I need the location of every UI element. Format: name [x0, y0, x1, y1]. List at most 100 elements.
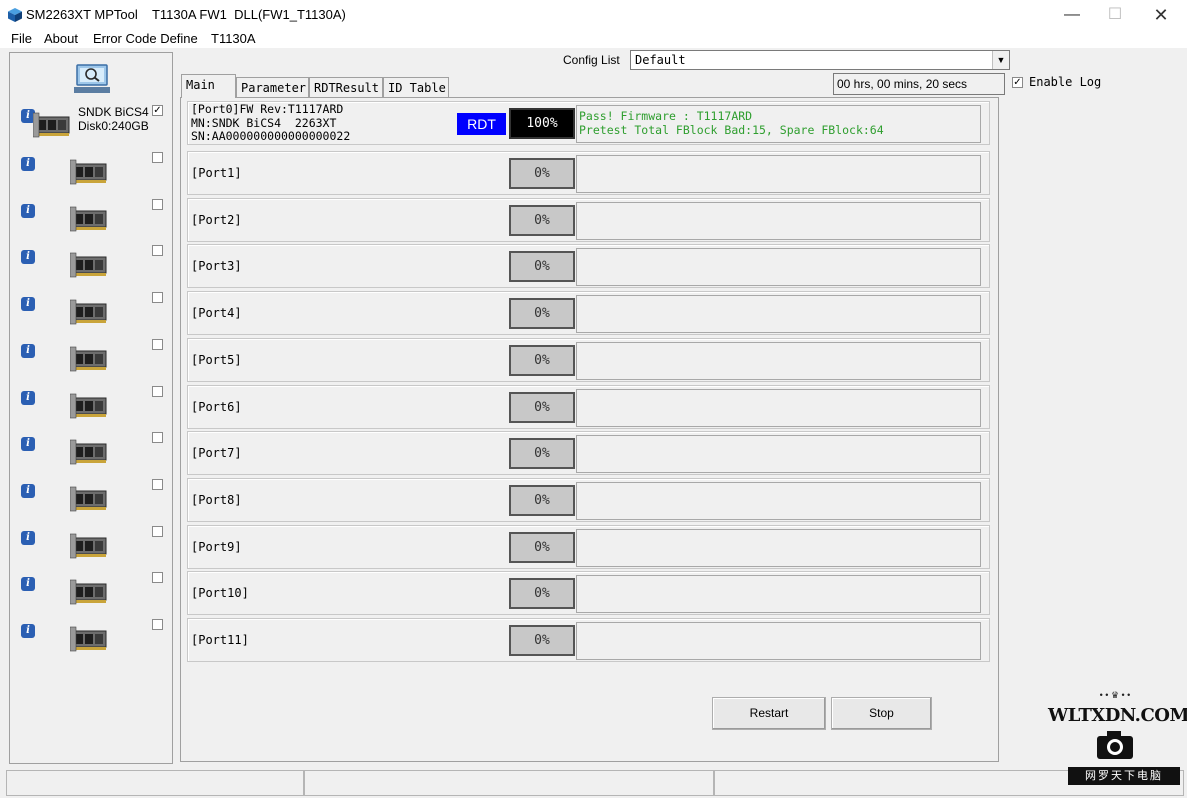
port-select-checkbox[interactable]: [152, 478, 163, 490]
port-status: [576, 481, 981, 520]
port-select-checkbox[interactable]: [152, 292, 163, 304]
status-bar: [0, 768, 1187, 798]
close-button[interactable]: ✕: [1141, 4, 1181, 26]
elapsed-time-field: 00 hrs, 00 mins, 20 secs: [833, 73, 1005, 95]
port-row-10: [Port10] 0%: [187, 571, 990, 616]
info-icon[interactable]: i: [21, 624, 35, 638]
port-select-checkbox[interactable]: [152, 619, 163, 630]
port-status: [576, 295, 981, 334]
port-row-6: [Port6] 0%: [187, 384, 990, 429]
port-status: [576, 155, 981, 193]
info-icon[interactable]: i: [21, 577, 35, 592]
info-icon[interactable]: i: [21, 437, 35, 452]
port-label: [Port10]: [191, 586, 249, 601]
port-label: [Port11]: [191, 633, 249, 647]
port-select-checkbox[interactable]: [152, 385, 163, 397]
chevron-down-icon[interactable]: ▼: [992, 51, 1009, 69]
ssd-board-icon: [69, 625, 108, 653]
port-row-5: [Port5] 0%: [187, 337, 990, 382]
enable-log-checkbox[interactable]: ✓: [1012, 77, 1023, 88]
port-select-checkbox[interactable]: [152, 338, 163, 350]
port-select-checkbox[interactable]: [152, 152, 163, 163]
menu-t1130a[interactable]: T1130A: [211, 31, 256, 46]
port-select-checkbox[interactable]: [152, 525, 163, 537]
port-progress: 0%: [509, 298, 575, 330]
restart-button[interactable]: Restart: [712, 697, 826, 730]
port-status: [576, 528, 981, 567]
port-status: [576, 575, 981, 614]
port-label: [Port9]: [191, 539, 242, 554]
port-status: [576, 622, 981, 660]
info-icon[interactable]: i: [21, 483, 35, 498]
info-icon[interactable]: i: [21, 157, 35, 171]
config-list-value: Default: [635, 53, 686, 67]
status-bar-cell-1: [6, 770, 304, 796]
stop-button[interactable]: Stop: [831, 697, 932, 730]
info-icon[interactable]: i: [21, 250, 35, 265]
port0-status-line-2: Pretest Total FBlock Bad:15, Spare FBloc…: [579, 123, 884, 137]
ssd-board-icon: [69, 251, 108, 279]
info-icon[interactable]: i: [21, 390, 35, 405]
port-select-checkbox[interactable]: [152, 245, 163, 257]
menu-about[interactable]: About: [44, 31, 78, 46]
port-status: [576, 248, 981, 287]
port-row-11: [Port11] 0%: [187, 618, 990, 662]
ssd-board-icon: [69, 345, 108, 373]
port-progress: 0%: [509, 484, 575, 516]
info-icon[interactable]: i: [21, 297, 35, 312]
port-select-checkbox[interactable]: [152, 198, 163, 210]
status-bar-cell-2: [304, 770, 714, 796]
port0-progress: 100%: [509, 108, 575, 139]
menu-file[interactable]: File: [11, 31, 32, 46]
info-icon[interactable]: i: [21, 203, 35, 218]
watermark-site: WLTXDN.COM: [1048, 705, 1187, 726]
port-status: [576, 341, 981, 380]
port-select-checkbox[interactable]: ✓: [152, 105, 163, 116]
scan-monitor-icon[interactable]: [74, 64, 110, 94]
config-list-label: Config List: [563, 53, 620, 67]
info-icon[interactable]: i: [21, 530, 35, 545]
port0-status: Pass! Firmware : T1117ARD Pretest Total …: [576, 105, 981, 143]
config-list-select[interactable]: Default ▼: [630, 50, 1010, 70]
port-select-checkbox[interactable]: [152, 572, 163, 584]
title-bar: SM2263XT MPTool T1130A FW1 DLL(FW1_T1130…: [0, 0, 1187, 30]
port0-status-line-1: Pass! Firmware : T1117ARD: [579, 109, 753, 123]
enable-log-label: Enable Log: [1029, 75, 1102, 89]
port0-drive-label: SNDK BiCS4 Disk0:240GB: [78, 105, 149, 133]
ssd-board-icon: [69, 158, 108, 186]
port-label: [Port6]: [191, 399, 242, 414]
minimize-button[interactable]: —: [1052, 4, 1092, 26]
watermark: • • ♛ • • WLTXDN.COM 网罗天下电脑: [1048, 690, 1187, 790]
rdt-badge: RDT: [457, 113, 506, 135]
watermark-tagline: 网罗天下电脑: [1068, 767, 1180, 785]
port-row-8: [Port8] 0%: [187, 477, 990, 522]
tab-parameter[interactable]: Parameter: [236, 77, 309, 97]
ssd-board-icon: [69, 298, 108, 326]
app-cube-icon: [8, 8, 22, 22]
tab-id-table[interactable]: ID Table: [383, 77, 449, 97]
port-row-7: [Port7] 0%: [187, 431, 990, 476]
menu-error-code-define[interactable]: Error Code Define: [93, 31, 198, 46]
info-icon[interactable]: i: [21, 343, 35, 358]
port-label: [Port2]: [191, 212, 242, 227]
ssd-board-icon: [32, 111, 71, 139]
tab-main[interactable]: Main: [181, 74, 236, 98]
port-row-9: [Port9] 0%: [187, 524, 990, 569]
port-select-checkbox[interactable]: [152, 432, 163, 444]
port-progress: 0%: [509, 158, 575, 189]
port-progress: 0%: [509, 438, 575, 470]
camera-icon: [1097, 731, 1133, 759]
port-label: [Port4]: [191, 306, 242, 321]
tab-rdtresult[interactable]: RDTResult: [309, 77, 383, 97]
port-progress: 0%: [509, 531, 575, 563]
maximize-button[interactable]: ☐: [1095, 4, 1135, 26]
port-progress: 0%: [509, 578, 575, 610]
ssd-board-icon: [69, 438, 108, 466]
port-progress: 0%: [509, 625, 575, 656]
port-status: [576, 435, 981, 474]
port-progress: 0%: [509, 391, 575, 423]
ssd-board-icon: [69, 578, 108, 606]
port-label: [Port3]: [191, 259, 242, 274]
ssd-board-icon: [69, 485, 108, 513]
port-progress: 0%: [509, 344, 575, 376]
